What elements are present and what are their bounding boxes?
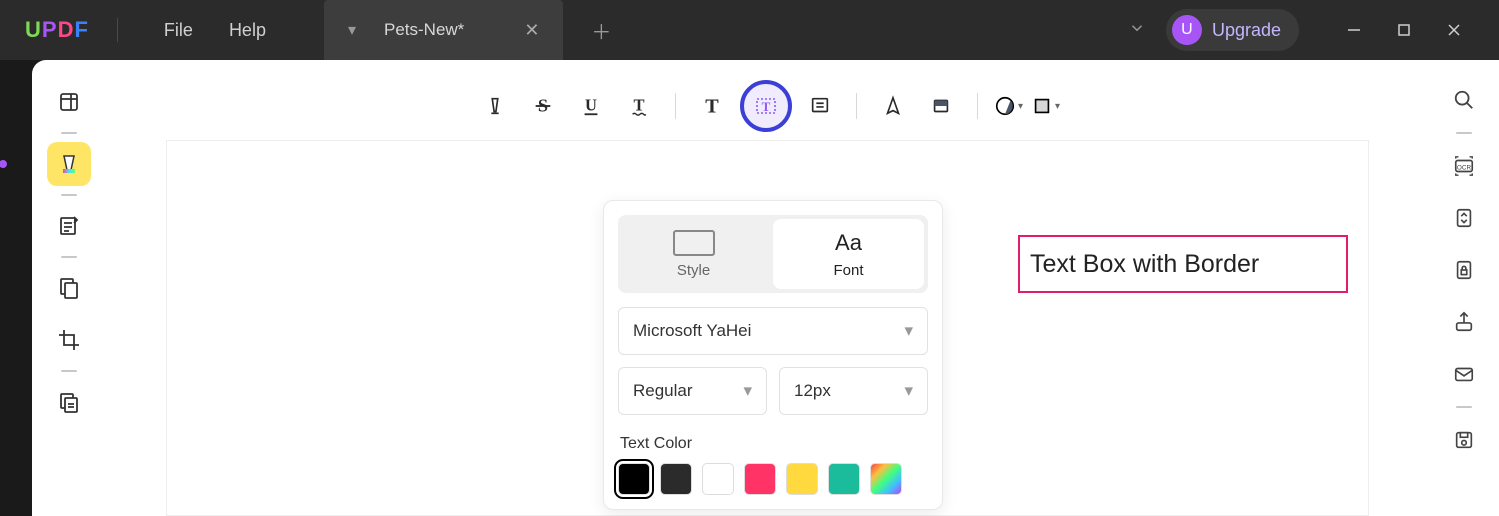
email-icon[interactable] (1444, 354, 1484, 394)
svg-text:OCR: OCR (1457, 165, 1472, 172)
strikethrough-icon[interactable]: S (523, 86, 563, 126)
separator (856, 93, 857, 119)
divider (61, 132, 77, 134)
eraser-icon[interactable] (921, 86, 961, 126)
app-body: S U T T T (32, 60, 1499, 516)
textbox-text: Text Box with Border (1030, 250, 1259, 279)
tab-menu-icon[interactable]: ▾ (348, 20, 356, 40)
style-font-tabs: Style Aa Font (618, 215, 928, 293)
style-tab-label: Style (677, 262, 710, 279)
note-icon[interactable] (800, 86, 840, 126)
chevron-down-icon: ▾ (743, 381, 752, 401)
separator (117, 18, 118, 42)
convert-icon[interactable] (1444, 198, 1484, 238)
chevron-down-icon: ▾ (1018, 101, 1023, 112)
text-color-label: Text Color (620, 435, 928, 453)
app-logo: UPDF (25, 17, 89, 43)
upgrade-button[interactable]: U Upgrade (1166, 9, 1299, 51)
title-bar: UPDF File Help ▾ Pets-New* ✕ ＋ U Upgrade (0, 0, 1499, 60)
color-swatch-pink[interactable] (744, 463, 776, 495)
menu-help[interactable]: Help (211, 12, 284, 49)
svg-text:T: T (762, 99, 771, 114)
pencil-icon[interactable] (873, 86, 913, 126)
document-tab[interactable]: ▾ Pets-New* ✕ (324, 0, 563, 60)
sticker-dropdown[interactable]: ▾ (994, 95, 1023, 117)
font-aa-icon: Aa (835, 230, 862, 256)
window-controls (1329, 10, 1479, 50)
color-swatch-yellow[interactable] (786, 463, 818, 495)
font-family-value: Microsoft YaHei (633, 321, 751, 341)
text-comment-icon[interactable]: T (692, 86, 732, 126)
separator (977, 93, 978, 119)
divider (1456, 406, 1472, 408)
textbox-properties-panel: Style Aa Font Microsoft YaHei ▾ Regular … (603, 200, 943, 510)
divider (1456, 132, 1472, 134)
protect-icon[interactable] (1444, 250, 1484, 290)
font-family-select[interactable]: Microsoft YaHei ▾ (618, 307, 928, 355)
shape-dropdown[interactable]: ▾ (1031, 95, 1060, 117)
underline-icon[interactable]: U (571, 86, 611, 126)
organize-tool[interactable] (47, 266, 91, 310)
active-indicator (0, 160, 7, 168)
share-icon[interactable] (1444, 302, 1484, 342)
right-toolbar: OCR (1429, 60, 1499, 516)
left-toolbar (32, 60, 106, 516)
chevron-down-icon: ▾ (1055, 101, 1060, 112)
rectangle-icon (673, 230, 715, 256)
edit-tool[interactable] (47, 204, 91, 248)
comment-tool[interactable] (47, 142, 91, 186)
textbox-on-page[interactable]: Text Box with Border (1018, 235, 1348, 293)
search-icon[interactable] (1444, 80, 1484, 120)
svg-text:U: U (585, 96, 597, 115)
textbox-icon[interactable]: T (740, 80, 792, 132)
menu-file[interactable]: File (146, 12, 211, 49)
font-weight-value: Regular (633, 381, 693, 401)
user-avatar: U (1172, 15, 1202, 45)
annotation-toolbar: S U T T T (106, 80, 1429, 132)
squiggly-icon[interactable]: T (619, 86, 659, 126)
tabs-overflow-icon[interactable] (1128, 19, 1146, 42)
close-button[interactable] (1429, 10, 1479, 50)
divider (61, 194, 77, 196)
color-swatches (618, 463, 928, 495)
font-size-select[interactable]: 12px ▾ (779, 367, 928, 415)
font-weight-select[interactable]: Regular ▾ (618, 367, 767, 415)
font-tab[interactable]: Aa Font (773, 219, 924, 289)
maximize-button[interactable] (1379, 10, 1429, 50)
reader-tool[interactable] (47, 80, 91, 124)
color-swatch-custom[interactable] (870, 463, 902, 495)
font-tab-label: Font (833, 262, 863, 279)
svg-text:T: T (633, 96, 644, 115)
color-swatch-black[interactable] (618, 463, 650, 495)
chevron-down-icon: ▾ (904, 381, 913, 401)
style-tab[interactable]: Style (618, 215, 769, 293)
separator (675, 93, 676, 119)
chevron-down-icon: ▾ (904, 321, 913, 341)
new-tab-button[interactable]: ＋ (591, 16, 611, 45)
save-icon[interactable] (1444, 420, 1484, 460)
ocr-icon[interactable]: OCR (1444, 146, 1484, 186)
divider (61, 370, 77, 372)
redact-tool[interactable] (47, 380, 91, 424)
minimize-button[interactable] (1329, 10, 1379, 50)
divider (61, 256, 77, 258)
tab-close-icon[interactable]: ✕ (524, 20, 539, 41)
svg-text:T: T (705, 95, 719, 117)
font-size-value: 12px (794, 381, 831, 401)
crop-tool[interactable] (47, 318, 91, 362)
canvas-area: S U T T T (106, 60, 1429, 516)
color-swatch-dark[interactable] (660, 463, 692, 495)
color-swatch-teal[interactable] (828, 463, 860, 495)
tab-title: Pets-New* (384, 20, 464, 40)
upgrade-label: Upgrade (1212, 20, 1281, 41)
highlighter-icon[interactable] (475, 86, 515, 126)
color-swatch-white[interactable] (702, 463, 734, 495)
